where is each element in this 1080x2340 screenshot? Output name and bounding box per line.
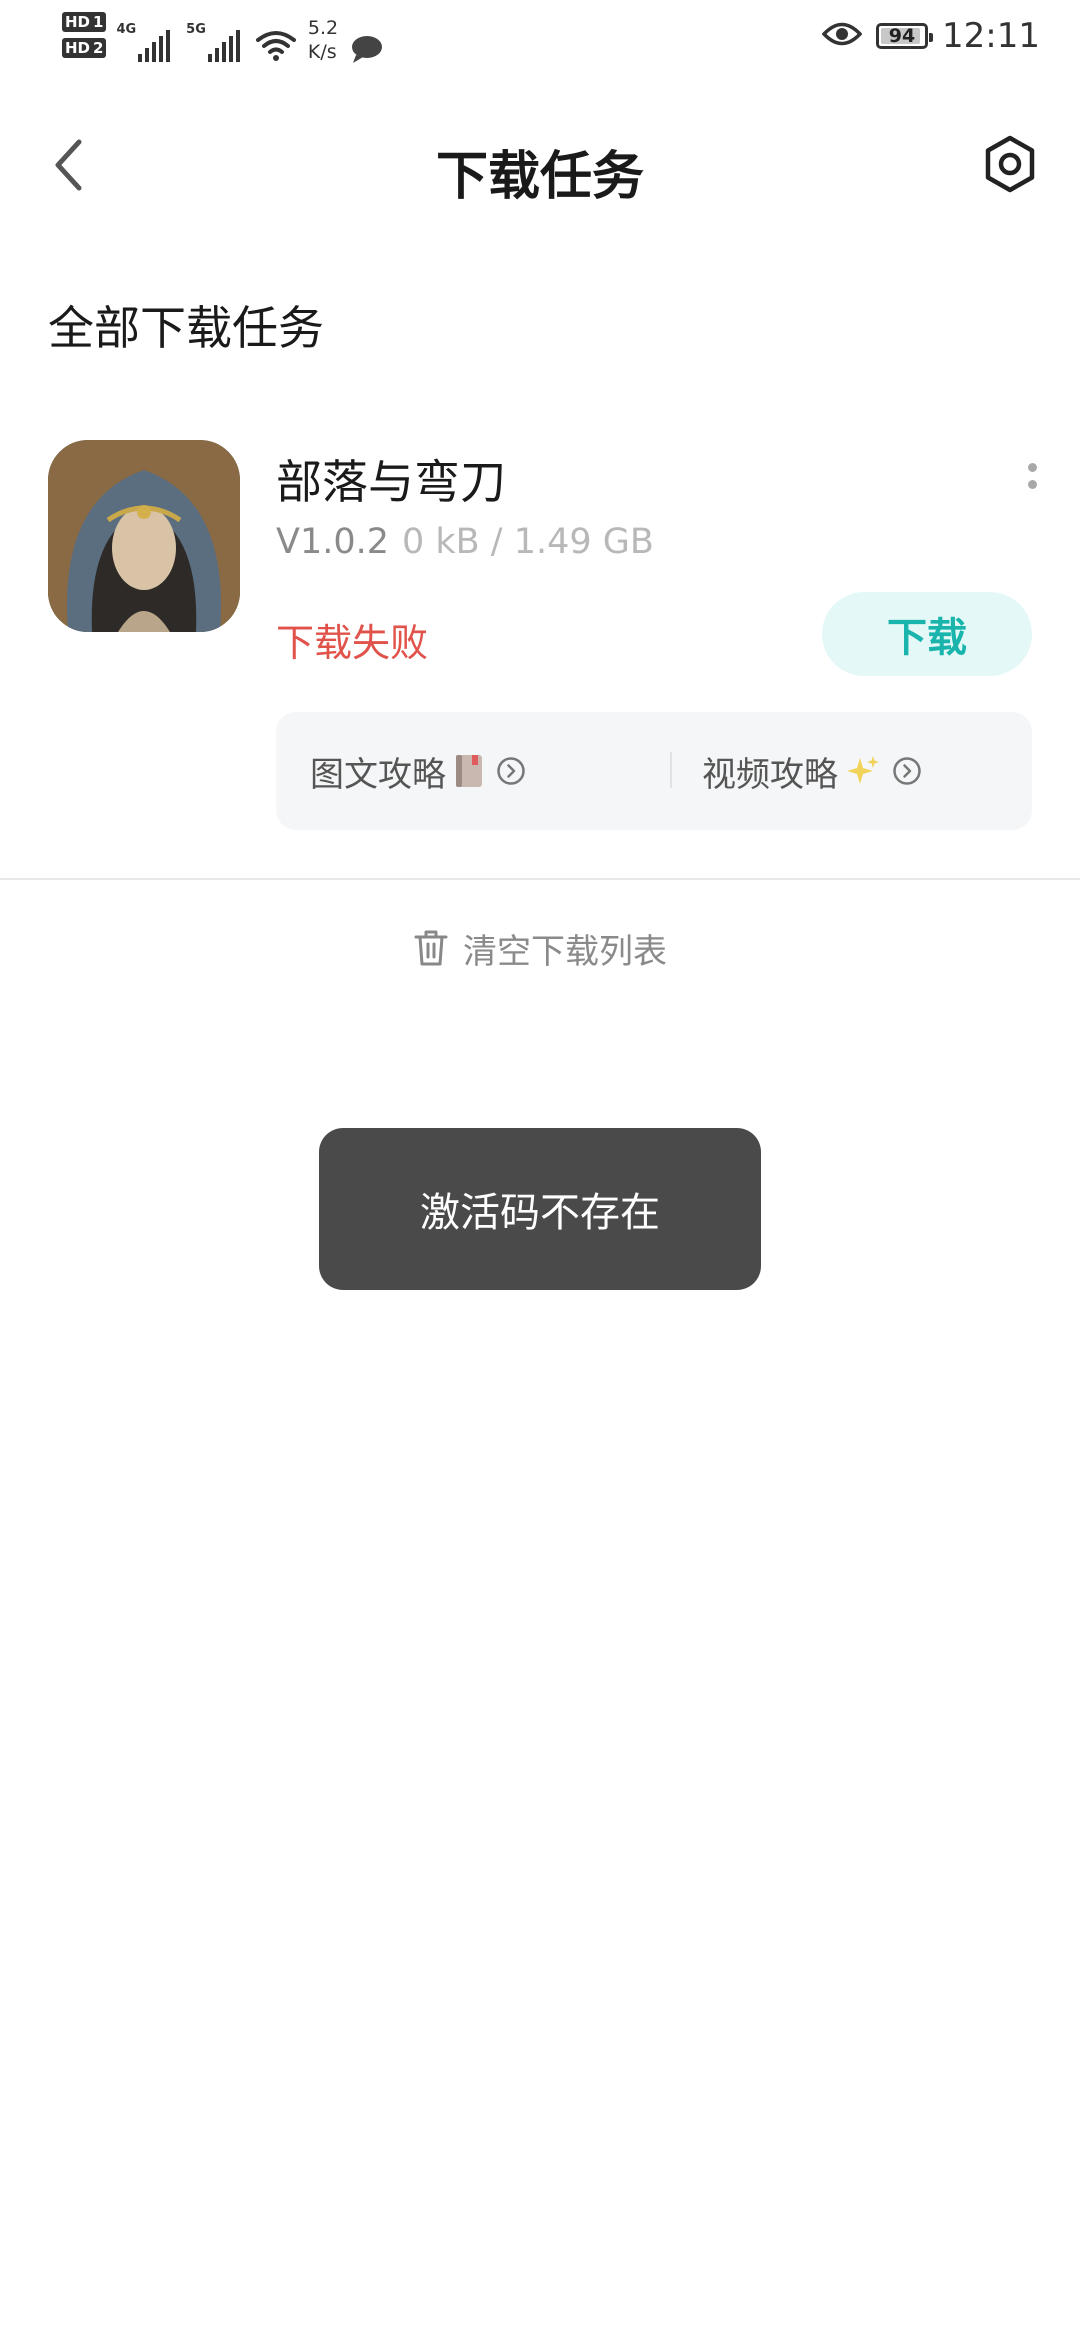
hexagon-settings-icon [985, 135, 1035, 193]
status-time: 12:11 [942, 16, 1040, 56]
more-options-button[interactable] [1012, 456, 1052, 496]
app-version: V1.0.2 [276, 522, 389, 562]
message-icon [350, 34, 384, 68]
guide-divider [670, 752, 672, 788]
toast-message: 激活码不存在 [319, 1128, 761, 1290]
battery-icon: 94 [876, 23, 934, 49]
hd2-badge: HD 2 [62, 38, 107, 58]
status-bar: HD 1 HD 2 4G 5G 5.2 K/s 94 12:11 [0, 0, 1080, 84]
app-icon-image [48, 440, 240, 632]
clear-download-list-label: 清空下载列表 [463, 931, 667, 972]
text-guide-label: 图文攻略 [310, 754, 446, 795]
page-title: 下载任务 [435, 147, 644, 207]
trash-icon [413, 929, 449, 967]
hd-indicators: HD 1 HD 2 [62, 12, 107, 58]
signal-icon [138, 26, 171, 62]
book-icon [454, 753, 484, 789]
section-title: 全部下载任务 [48, 301, 324, 355]
dot [1027, 480, 1037, 489]
sparkles-icon [846, 754, 880, 788]
download-status: 下载失败 [276, 621, 429, 665]
network-4g-label: 4G [116, 22, 137, 37]
guide-panel: 图文攻略 视频攻略 [276, 712, 1032, 830]
chevron-right-circle-icon [496, 756, 526, 786]
status-left: HD 1 HD 2 4G 5G 5.2 K/s [62, 12, 384, 68]
text-guide-link[interactable]: 图文攻略 [310, 712, 526, 830]
app-icon[interactable] [48, 440, 240, 632]
list-divider [0, 878, 1080, 880]
video-guide-label: 视频攻略 [702, 754, 838, 795]
clear-download-list-button[interactable]: 清空下载列表 [0, 920, 1080, 976]
chevron-right-circle-icon [892, 756, 922, 786]
app-name: 部落与弯刀 [276, 455, 506, 509]
signal-icon [207, 26, 240, 62]
dot [1027, 463, 1037, 472]
status-right: 94 12:11 [821, 16, 1040, 56]
video-guide-link[interactable]: 视频攻略 [702, 712, 922, 830]
wifi-icon [255, 30, 296, 66]
header: 下载任务 [0, 100, 1080, 230]
download-button[interactable]: 下载 [822, 592, 1032, 676]
eye-icon [821, 21, 863, 51]
download-size: 0 kB / 1.49 GB [402, 522, 654, 562]
network-5g-label: 5G [186, 22, 206, 37]
network-speed: 5.2 K/s [307, 17, 339, 63]
hd1-badge: HD 1 [62, 12, 107, 32]
battery-level: 94 [888, 25, 916, 47]
settings-button[interactable] [974, 128, 1046, 200]
